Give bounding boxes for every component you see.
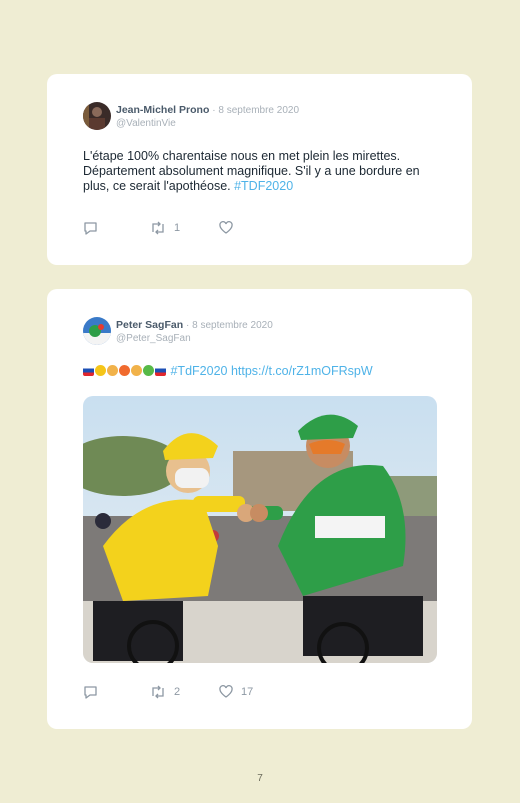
retweet-button[interactable]: 1 [150, 221, 180, 235]
yellow-heart-icon [95, 365, 106, 376]
tweet-card: Peter SagFan · 8 septembre 2020 @Peter_S… [47, 289, 472, 729]
like-count: 17 [241, 685, 254, 698]
avatar[interactable] [83, 102, 111, 130]
reply-icon [84, 686, 97, 699]
retweet-count: 1 [174, 222, 181, 234]
retweet-count: 2 [174, 686, 181, 698]
author-name[interactable]: Jean-Michel Prono [116, 104, 209, 116]
reply-icon [84, 222, 97, 235]
tweet-date: · 8 septembre 2020 [186, 320, 273, 331]
like-button[interactable]: 17 [219, 685, 253, 698]
tweet-text: #TdF2020 https://t.co/rZ1mOFRspW [83, 364, 443, 379]
green-heart-icon [143, 365, 154, 376]
slovakia-flag-icon [155, 365, 166, 376]
heart-icon [219, 685, 233, 698]
retweet-icon [152, 221, 164, 235]
author-handle[interactable]: @Peter_SagFan [116, 332, 273, 345]
hashtag-link[interactable]: #TdF2020 [170, 364, 227, 378]
retweet-button[interactable]: 2 [150, 685, 180, 699]
author-handle[interactable]: @ValentinVie [116, 117, 299, 130]
hashtag-link[interactable]: #TDF2020 [234, 179, 293, 193]
slovenia-flag-icon [83, 365, 94, 376]
tweet-photo[interactable] [83, 396, 437, 663]
heart-icon [219, 221, 233, 234]
retweet-icon [152, 685, 164, 699]
like-button[interactable] [219, 221, 241, 234]
author-name[interactable]: Peter SagFan [116, 319, 183, 331]
tweet-url-link[interactable]: https://t.co/rZ1mOFRspW [231, 364, 373, 378]
fist-bump-icon [131, 365, 142, 376]
reply-button[interactable] [83, 221, 98, 235]
fist-bump-icon [107, 365, 118, 376]
collision-icon [119, 365, 130, 376]
tweet-card: Jean-Michel Prono · 8 septembre 2020 @Va… [47, 74, 472, 265]
page-number: 7 [257, 773, 263, 784]
tweet-text: L'étape 100% charentaise nous en met ple… [83, 149, 443, 194]
reply-button[interactable] [83, 685, 98, 699]
avatar[interactable] [83, 317, 111, 345]
tweet-date: · 8 septembre 2020 [212, 105, 299, 116]
